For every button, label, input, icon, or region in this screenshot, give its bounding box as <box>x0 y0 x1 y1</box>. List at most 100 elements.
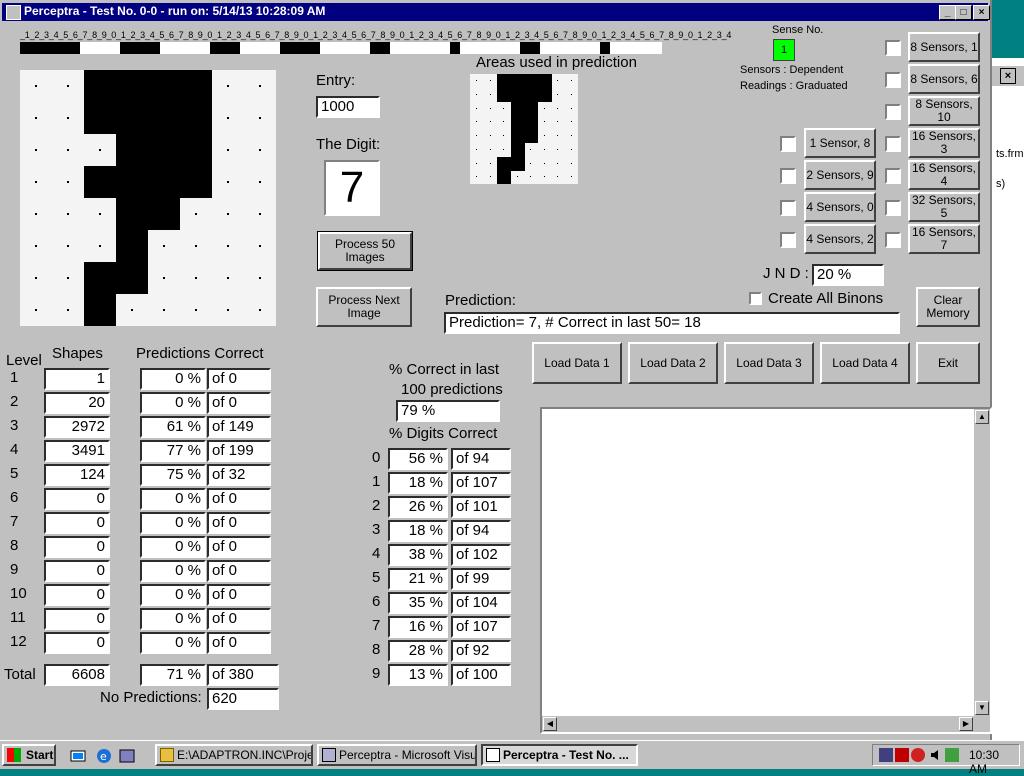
level-of-field[interactable]: of 0 <box>207 392 271 414</box>
vertical-scrollbar[interactable]: ▲ ▼ <box>974 409 990 732</box>
total-shapes-field[interactable]: 6608 <box>44 664 110 686</box>
digit-pct-field[interactable]: 18 % <box>388 472 448 494</box>
volume-icon[interactable] <box>929 748 943 762</box>
digit-pct-field[interactable]: 13 % <box>388 664 448 686</box>
shapes-field[interactable]: 0 <box>44 560 110 582</box>
level-pct-field[interactable]: 0 % <box>140 584 206 606</box>
digit-of-field[interactable]: of 100 <box>451 664 511 686</box>
sensor-button[interactable]: 32 Sensors, 5 <box>908 192 980 222</box>
load-data-4-button[interactable]: Load Data 4 <box>820 342 910 384</box>
level-of-field[interactable]: of 199 <box>207 440 271 462</box>
shapes-field[interactable]: 0 <box>44 536 110 558</box>
desktop-icon[interactable] <box>70 748 86 764</box>
level-of-field[interactable]: of 0 <box>207 584 271 606</box>
sensor-button[interactable]: 8 Sensors, 1 <box>908 32 980 62</box>
sensor-checkbox[interactable] <box>885 72 901 88</box>
level-pct-field[interactable]: 61 % <box>140 416 206 438</box>
shapes-field[interactable]: 2972 <box>44 416 110 438</box>
process-next-image-button[interactable]: Process Next Image <box>316 287 412 327</box>
level-pct-field[interactable]: 0 % <box>140 392 206 414</box>
level-pct-field[interactable]: 77 % <box>140 440 206 462</box>
level-pct-field[interactable]: 0 % <box>140 632 206 654</box>
network-icon[interactable] <box>879 748 893 762</box>
shapes-field[interactable]: 0 <box>44 488 110 510</box>
level-pct-field[interactable]: 0 % <box>140 488 206 510</box>
title-bar[interactable]: Perceptra - Test No. 0-0 - run on: 5/14/… <box>2 3 990 21</box>
level-pct-field[interactable]: 0 % <box>140 560 206 582</box>
process-50-images-button[interactable]: Process 50 Images <box>317 231 413 271</box>
last100-field[interactable]: 79 % <box>396 400 500 422</box>
sensor-checkbox[interactable] <box>885 136 901 152</box>
sensor-checkbox[interactable] <box>780 136 796 152</box>
sensor-button[interactable]: 4 Sensors, 2 <box>804 224 876 254</box>
level-of-field[interactable]: of 0 <box>207 632 271 654</box>
shapes-field[interactable]: 3491 <box>44 440 110 462</box>
shapes-field[interactable]: 0 <box>44 632 110 654</box>
taskbar-item-visual-basic[interactable]: Perceptra - Microsoft Visua... <box>317 744 477 766</box>
sensor-button[interactable]: 4 Sensors, 0 <box>804 192 876 222</box>
shapes-field[interactable]: 1 <box>44 368 110 390</box>
no-predictions-field[interactable]: 620 <box>207 688 279 710</box>
shapes-field[interactable]: 20 <box>44 392 110 414</box>
digit-of-field[interactable]: of 92 <box>451 640 511 662</box>
start-button[interactable]: Start <box>2 744 56 766</box>
digit-of-field[interactable]: of 94 <box>451 520 511 542</box>
acrobat-icon[interactable] <box>911 748 925 762</box>
sensor-checkbox[interactable] <box>780 200 796 216</box>
level-pct-field[interactable]: 0 % <box>140 536 206 558</box>
shapes-field[interactable]: 0 <box>44 608 110 630</box>
horizontal-scrollbar[interactable]: ◀ ▶ <box>542 716 990 732</box>
digit-of-field[interactable]: of 99 <box>451 568 511 590</box>
level-of-field[interactable]: of 32 <box>207 464 271 486</box>
shapes-field[interactable]: 124 <box>44 464 110 486</box>
create-all-binons-checkbox[interactable] <box>749 292 762 305</box>
scroll-right-arrow[interactable]: ▶ <box>959 717 973 731</box>
sensor-button[interactable]: 16 Sensors, 7 <box>908 224 980 254</box>
scroll-down-arrow[interactable]: ▼ <box>975 701 989 715</box>
digit-of-field[interactable]: of 94 <box>451 448 511 470</box>
entry-field[interactable]: 1000 <box>316 96 380 118</box>
minimize-button[interactable]: _ <box>939 5 956 20</box>
sensor-button[interactable]: 2 Sensors, 9 <box>804 160 876 190</box>
sensor-checkbox[interactable] <box>885 232 901 248</box>
prediction-field[interactable]: Prediction= 7, # Correct in last 50= 18 <box>444 312 900 334</box>
sensor-button[interactable]: 16 Sensors, 4 <box>908 160 980 190</box>
level-pct-field[interactable]: 75 % <box>140 464 206 486</box>
level-pct-field[interactable]: 0 % <box>140 512 206 534</box>
clear-memory-button[interactable]: Clear Memory <box>916 287 980 327</box>
scroll-left-arrow[interactable]: ◀ <box>543 717 557 731</box>
sensor-checkbox[interactable] <box>885 104 901 120</box>
digit-of-field[interactable]: of 102 <box>451 544 511 566</box>
level-of-field[interactable]: of 0 <box>207 560 271 582</box>
jnd-field[interactable]: 20 % <box>812 264 884 286</box>
tray-status-icon[interactable] <box>945 748 959 762</box>
background-window-close-button[interactable]: × <box>1000 68 1016 84</box>
digit-pct-field[interactable]: 26 % <box>388 496 448 518</box>
level-of-field[interactable]: of 0 <box>207 488 271 510</box>
channels-icon[interactable] <box>118 747 136 765</box>
level-of-field[interactable]: of 149 <box>207 416 271 438</box>
maximize-button[interactable]: □ <box>955 5 972 20</box>
tray-app-icon[interactable] <box>895 748 909 762</box>
digit-of-field[interactable]: of 104 <box>451 592 511 614</box>
sensor-button[interactable]: 8 Sensors, 6 <box>908 64 980 94</box>
digit-pct-field[interactable]: 38 % <box>388 544 448 566</box>
digit-of-field[interactable]: of 107 <box>451 616 511 638</box>
level-of-field[interactable]: of 0 <box>207 608 271 630</box>
output-textarea[interactable]: ▲ ▼ ◀ ▶ <box>540 407 992 734</box>
sensor-checkbox[interactable] <box>885 200 901 216</box>
sensor-checkbox[interactable] <box>885 40 901 56</box>
level-of-field[interactable]: of 0 <box>207 368 271 390</box>
sensor-checkbox[interactable] <box>780 232 796 248</box>
digit-of-field[interactable]: of 101 <box>451 496 511 518</box>
load-data-1-button[interactable]: Load Data 1 <box>532 342 622 384</box>
digit-pct-field[interactable]: 56 % <box>388 448 448 470</box>
internet-explorer-icon[interactable]: e <box>95 747 113 765</box>
sensor-button[interactable]: 8 Sensors, 10 <box>908 96 980 126</box>
digit-pct-field[interactable]: 18 % <box>388 520 448 542</box>
level-of-field[interactable]: of 0 <box>207 536 271 558</box>
app-icon[interactable] <box>6 5 21 20</box>
digit-pct-field[interactable]: 21 % <box>388 568 448 590</box>
level-pct-field[interactable]: 0 % <box>140 368 206 390</box>
sensor-checkbox[interactable] <box>885 168 901 184</box>
